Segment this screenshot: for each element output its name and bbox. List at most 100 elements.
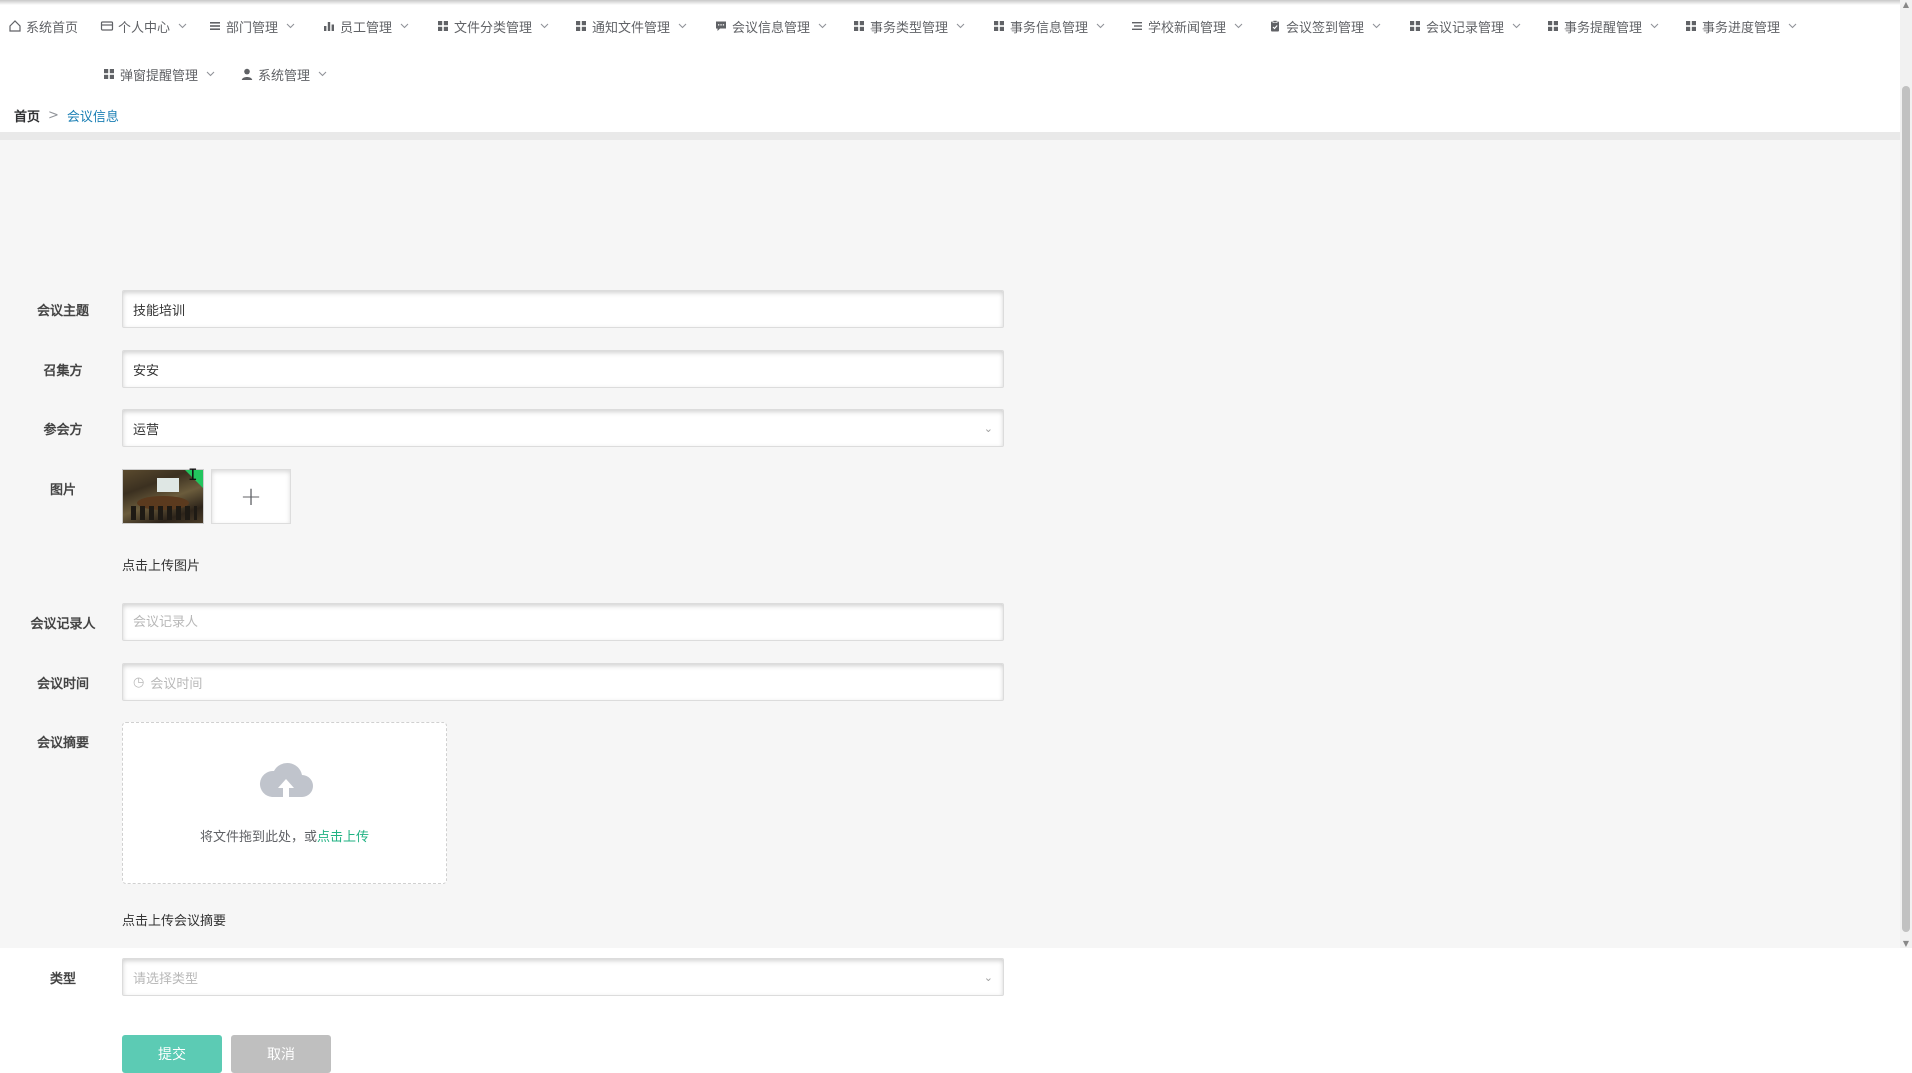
chevron-down-icon (1650, 21, 1659, 32)
topic-label: 会议主题 (36, 304, 89, 319)
text-cursor-icon: I (188, 465, 198, 484)
nav-item-label: 部门管理 (226, 20, 279, 36)
recorder-input[interactable] (122, 603, 1004, 641)
nav-item-label: 事务信息管理 (1010, 20, 1089, 36)
scroll-up-icon[interactable]: ▲ (1902, 0, 1910, 9)
page-scrollbar[interactable]: ▲ ▼ (1900, 0, 1912, 948)
breadcrumb-separator: > (48, 108, 59, 123)
nav-item-3[interactable]: 部门管理 (208, 14, 295, 38)
chevron-down-icon (540, 21, 549, 32)
grid-icon (574, 19, 588, 33)
topic-input[interactable] (122, 290, 1004, 328)
click-upload-link[interactable]: 点击上传 (317, 830, 369, 845)
nav-item-9[interactable]: 事务信息管理 (992, 14, 1105, 38)
nav-item-13[interactable]: 事务提醒管理 (1546, 14, 1659, 38)
nav-item-label: 会议信息管理 (732, 20, 811, 36)
summary-dropzone[interactable]: 将文件拖到此处，或点击上传 (122, 722, 447, 884)
nav-item-label: 事务提醒管理 (1564, 20, 1643, 36)
nav-item-label: 个人中心 (118, 20, 171, 36)
card-icon (100, 19, 114, 33)
cancel-button[interactable]: 取消 (231, 1035, 331, 1073)
time-picker[interactable]: ◷ 会议时间 (122, 663, 1004, 701)
grid-icon (1408, 19, 1422, 33)
participant-select-value: 运营 (133, 422, 160, 438)
grid-icon (102, 67, 116, 81)
list-icon (208, 19, 222, 33)
nav-item-label: 文件分类管理 (454, 20, 533, 36)
chevron-down-icon (678, 21, 687, 32)
chevron-down-icon (286, 21, 295, 32)
chevron-down-icon: ⌄ (983, 970, 993, 984)
grid-icon (436, 19, 450, 33)
nav-item-2[interactable]: 个人中心 (100, 14, 187, 38)
participant-select[interactable]: 运营 ⌄ (122, 409, 1004, 447)
nav-item-label: 会议签到管理 (1286, 20, 1365, 36)
chevron-down-icon (178, 21, 187, 32)
nav-item-6[interactable]: 通知文件管理 (574, 14, 687, 38)
image-hint: 点击上传图片 (122, 559, 201, 574)
nav-item-label: 学校新闻管理 (1148, 20, 1227, 36)
nav-item-7[interactable]: 会议信息管理 (714, 14, 827, 38)
nav-item-4[interactable]: 员工管理 (322, 14, 409, 38)
chevron-down-icon: ⌄ (983, 421, 993, 435)
nav-item-label: 系统首页 (26, 20, 79, 36)
nav-item-12[interactable]: 会议记录管理 (1408, 14, 1521, 38)
breadcrumb-home[interactable]: 首页 (14, 106, 40, 125)
chevron-down-icon (818, 21, 827, 32)
nav-item-label: 事务类型管理 (870, 20, 949, 36)
top-navigation: 系统首页 个人中心 部门管理 员工管理 文件分类管理 通知文件管理 会议信息管理 事务类型管理… (0, 0, 1900, 98)
grid-icon (1546, 19, 1560, 33)
nav-item-14[interactable]: 事务进度管理 (1684, 14, 1797, 38)
chevron-down-icon (1234, 21, 1243, 32)
chevron-down-icon (1788, 21, 1797, 32)
dropzone-text: 将文件拖到此处，或点击上传 (123, 826, 446, 845)
drop-text: 将文件拖到此处，或 (199, 830, 317, 845)
menu-icon (1130, 19, 1144, 33)
participant-label: 参会方 (43, 423, 83, 438)
nav-item-label: 弹窗提醒管理 (120, 68, 199, 84)
chevron-down-icon (1096, 21, 1105, 32)
nav-item-1[interactable]: 系统首页 (8, 14, 78, 38)
convener-label: 召集方 (43, 364, 83, 379)
image-label: 图片 (49, 483, 76, 498)
scroll-down-icon[interactable]: ▼ (1902, 939, 1910, 948)
time-placeholder: 会议时间 (150, 676, 203, 692)
convener-input[interactable] (122, 350, 1004, 388)
add-image-button[interactable]: + (211, 469, 291, 524)
type-placeholder: 请选择类型 (133, 971, 199, 987)
nav-item-label: 会议记录管理 (1426, 20, 1505, 36)
nav-item-label: 通知文件管理 (592, 20, 671, 36)
type-select[interactable]: 请选择类型 ⌄ (122, 958, 1004, 996)
type-label: 类型 (49, 972, 76, 987)
cloud-upload-icon (259, 762, 313, 797)
meeting-form: 会议主题 召集方 参会方 运营 ⌄ 图片 + 点击上传图片 会议记录人 会议时间… (0, 132, 1900, 1073)
nav-item-16[interactable]: 系统管理 (240, 62, 327, 86)
nav-item-10[interactable]: 学校新闻管理 (1130, 14, 1243, 38)
breadcrumb-current: 会议信息 (66, 110, 119, 125)
nav-item-15[interactable]: 弹窗提醒管理 (102, 62, 215, 86)
user-icon (240, 67, 254, 81)
nav-item-11[interactable]: 会议签到管理 (1268, 14, 1381, 38)
grid-icon (852, 19, 866, 33)
nav-item-label: 系统管理 (258, 68, 311, 84)
nav-item-label: 员工管理 (340, 20, 393, 36)
home-icon (8, 19, 22, 33)
scrollbar-thumb[interactable] (1902, 86, 1910, 932)
nav-item-8[interactable]: 事务类型管理 (852, 14, 965, 38)
nav-item-5[interactable]: 文件分类管理 (436, 14, 549, 38)
summary-hint: 点击上传会议摘要 (122, 914, 227, 929)
grid-icon (1684, 19, 1698, 33)
chevron-down-icon (318, 69, 327, 80)
time-label: 会议时间 (36, 677, 89, 692)
summary-label: 会议摘要 (36, 736, 89, 751)
bar-chart-icon (322, 19, 336, 33)
chevron-down-icon (956, 21, 965, 32)
chevron-down-icon (1512, 21, 1521, 32)
clock-icon: ◷ (133, 674, 145, 690)
submit-button[interactable]: 提交 (122, 1035, 222, 1073)
breadcrumb: 首页 > 会议信息 (14, 106, 119, 125)
grid-icon (992, 19, 1006, 33)
recorder-label: 会议记录人 (30, 617, 96, 632)
comment-icon (714, 19, 728, 33)
chevron-down-icon (1372, 21, 1381, 32)
